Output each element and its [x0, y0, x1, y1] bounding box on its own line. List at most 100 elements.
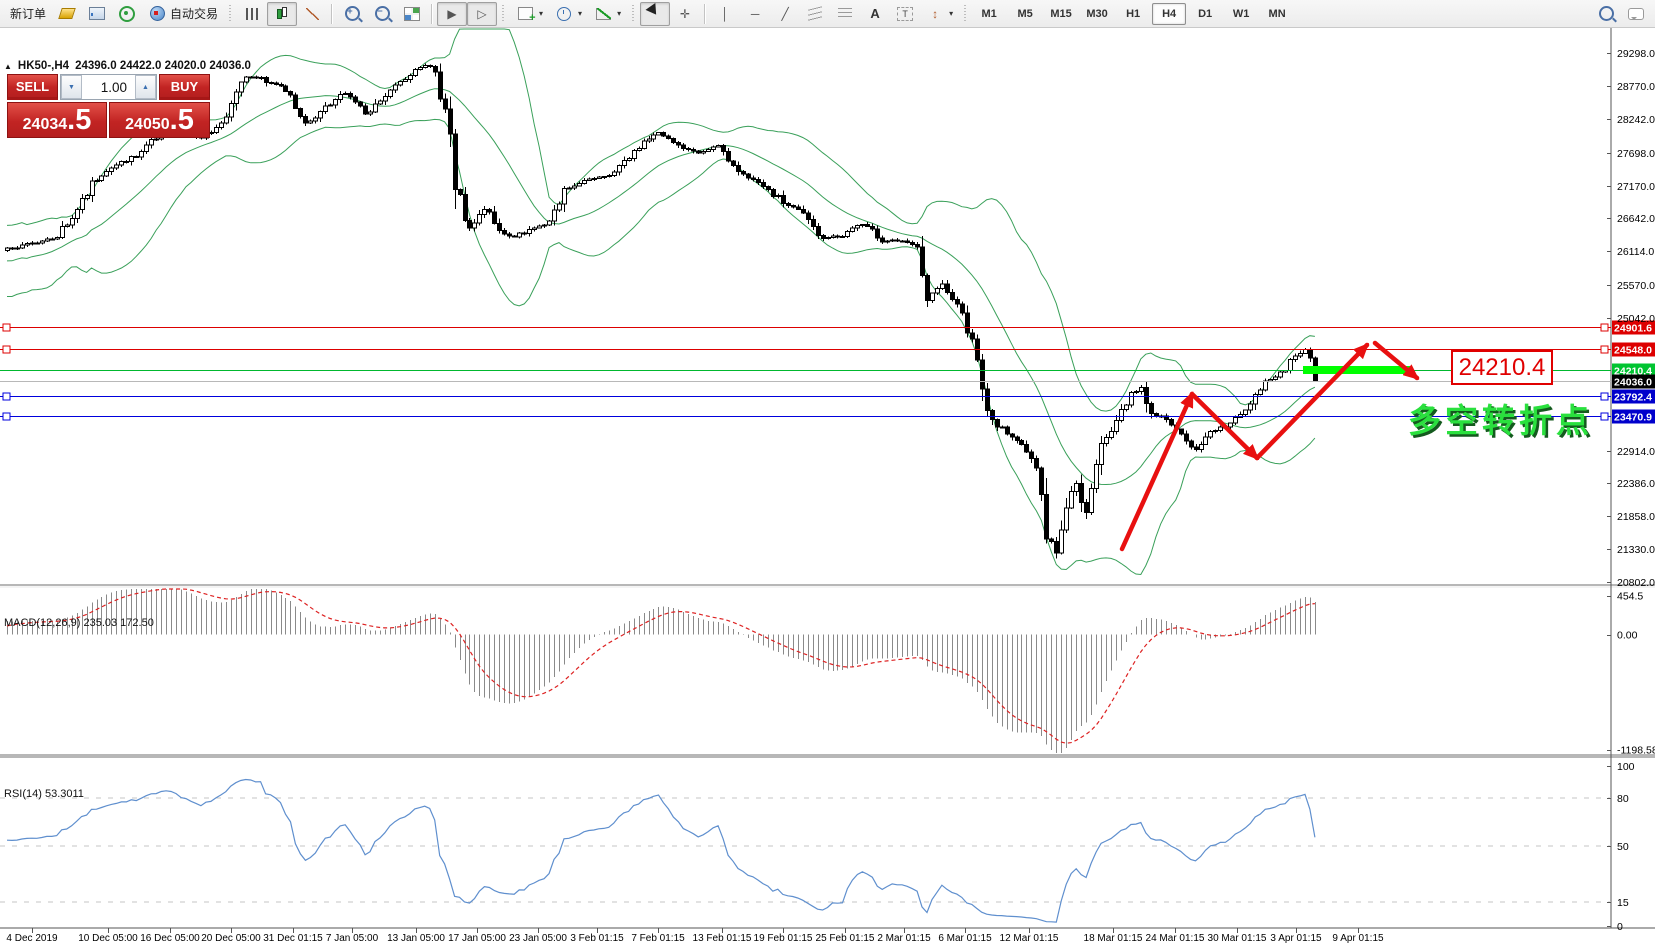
- axis-tick-label: 28770.0: [1617, 81, 1655, 93]
- macd-label: MACD(12,26,9) 235.03 172.50: [4, 617, 154, 629]
- zoom-out-icon: −: [373, 5, 391, 23]
- text-tool-button[interactable]: A: [860, 2, 890, 26]
- chat-button[interactable]: [1621, 2, 1651, 26]
- axis-tick-label: 0: [1617, 921, 1623, 933]
- axis-tick-label: 27170.0: [1617, 181, 1655, 193]
- axis-tick-label: 22386.0: [1617, 478, 1655, 490]
- chart-shift-icon: ▷: [473, 5, 491, 23]
- line-handle: [1601, 346, 1608, 353]
- radar-icon: [118, 5, 136, 23]
- time-axis-label: 7 Jan 05:00: [326, 933, 379, 944]
- new-order-button[interactable]: 新订单: [4, 2, 52, 26]
- axis-tick-label: 100: [1617, 761, 1635, 773]
- new-chart-icon: [516, 5, 534, 23]
- cn-annotation-text[interactable]: 多空转折点: [1408, 402, 1593, 439]
- line-chart-icon: [303, 5, 321, 23]
- axis-tick-label: 25042.0: [1617, 313, 1655, 325]
- tile-windows-button[interactable]: [397, 2, 427, 26]
- volume-increase-button[interactable]: ▲: [135, 75, 156, 99]
- arrows-icon: ↕: [926, 5, 944, 23]
- axis-tick-label: 29298.0: [1617, 48, 1655, 60]
- rsi-line: [7, 780, 1315, 923]
- macd-histogram: [8, 589, 1316, 753]
- axis-tick-label: 21330.0: [1617, 544, 1655, 556]
- axis-tick-label: 26642.0: [1617, 213, 1655, 225]
- terminal-button[interactable]: [82, 2, 112, 26]
- fibonacci-tool-button[interactable]: [830, 2, 860, 26]
- buy-button[interactable]: BUY: [159, 74, 210, 100]
- chart-profiles-button[interactable]: [52, 2, 82, 26]
- period-button[interactable]: ▾: [549, 2, 588, 26]
- timeframe-button-W1[interactable]: W1: [1224, 3, 1258, 25]
- macd-signal-line: [7, 589, 1315, 743]
- zoom-in-button[interactable]: +: [337, 2, 367, 26]
- time-axis-label: 17 Jan 05:00: [448, 933, 506, 944]
- timeframe-button-M1[interactable]: M1: [972, 3, 1006, 25]
- sell-button[interactable]: SELL: [7, 74, 58, 100]
- timeframe-button-MN[interactable]: MN: [1260, 3, 1294, 25]
- channel-icon: [806, 5, 824, 23]
- highlight-bar[interactable]: [1303, 366, 1410, 374]
- time-axis-label: 7 Feb 01:15: [631, 933, 685, 944]
- toolbar-separator: [431, 4, 433, 24]
- time-axis-label: 23 Jan 05:00: [509, 933, 567, 944]
- line-handle: [1601, 393, 1608, 400]
- time-axis-label: 9 Apr 01:15: [1332, 933, 1384, 944]
- channel-tool-button[interactable]: [800, 2, 830, 26]
- timeframe-button-D1[interactable]: D1: [1188, 3, 1222, 25]
- bar-chart-icon: [243, 5, 261, 23]
- timeframe-button-M30[interactable]: M30: [1080, 3, 1114, 25]
- time-axis-label: 25 Feb 01:15: [816, 933, 875, 944]
- text-icon: A: [866, 5, 884, 23]
- axis-tick-label: 28242.0: [1617, 114, 1655, 126]
- new-chart-button[interactable]: ▾: [510, 2, 549, 26]
- timeframe-button-M5[interactable]: M5: [1008, 3, 1042, 25]
- arrows-tool-button[interactable]: ↕▾: [920, 2, 959, 26]
- chevron-down-icon: ▾: [539, 9, 543, 18]
- chart-canvas[interactable]: 24901.624548.024210.424036.023792.423470…: [0, 0, 1655, 950]
- timeframe-button-H1[interactable]: H1: [1116, 3, 1150, 25]
- toolbar-grip: [228, 5, 233, 23]
- horizontal-line-tool-button[interactable]: ─: [740, 2, 770, 26]
- bollinger-lower-band: [7, 119, 1315, 574]
- terminal-icon: [88, 5, 106, 23]
- volume-decrease-button[interactable]: ▼: [61, 75, 82, 99]
- line-handle: [3, 346, 10, 353]
- line-chart-mode-button[interactable]: [297, 2, 327, 26]
- trendline-tool-button[interactable]: ╱: [770, 2, 800, 26]
- time-axis-label: 6 Mar 01:15: [938, 933, 992, 944]
- time-axis-label: 24 Mar 01:15: [1146, 933, 1205, 944]
- text-label-tool-button[interactable]: T: [890, 2, 920, 26]
- buy-price-button[interactable]: 24050 .5: [109, 102, 210, 138]
- timeframe-button-H4[interactable]: H4: [1152, 3, 1186, 25]
- chat-icon: [1627, 5, 1645, 23]
- volume-spinner: ▼ 1.00 ▲: [60, 74, 157, 100]
- crosshair-icon: ✛: [676, 5, 694, 23]
- candlestick-mode-button[interactable]: [267, 2, 297, 26]
- cursor-tool-button[interactable]: [640, 2, 670, 26]
- layers-icon: [58, 5, 76, 23]
- line-handle: [1601, 413, 1608, 420]
- crosshair-tool-button[interactable]: ✛: [670, 2, 700, 26]
- sell-price-button[interactable]: 24034 .5: [7, 102, 107, 138]
- zoom-out-button[interactable]: −: [367, 2, 397, 26]
- auto-scroll-button[interactable]: ▶: [437, 2, 467, 26]
- time-axis-label: 31 Dec 01:15: [263, 933, 323, 944]
- bar-chart-mode-button[interactable]: [237, 2, 267, 26]
- auto-trading-button[interactable]: 自动交易: [142, 2, 224, 26]
- vertical-line-tool-button[interactable]: │: [710, 2, 740, 26]
- indicators-button[interactable]: ▾: [588, 2, 627, 26]
- chevron-down-icon: ▾: [578, 9, 582, 18]
- timeframe-button-M15[interactable]: M15: [1044, 3, 1078, 25]
- search-button[interactable]: [1591, 2, 1621, 26]
- time-axis-label: 19 Feb 01:15: [754, 933, 813, 944]
- time-axis-label: 20 Dec 05:00: [201, 933, 261, 944]
- axis-price-box-label: 24548.0: [1614, 345, 1652, 357]
- strategy-tester-button[interactable]: [112, 2, 142, 26]
- axis-tick-label: 27698.0: [1617, 148, 1655, 160]
- time-axis-label: 12 Mar 01:15: [1000, 933, 1059, 944]
- axis-tick-label: 26114.0: [1617, 246, 1654, 258]
- chart-shift-button[interactable]: ▷: [467, 2, 497, 26]
- axis-tick-label: 0.00: [1617, 630, 1638, 642]
- volume-value[interactable]: 1.00: [82, 75, 135, 99]
